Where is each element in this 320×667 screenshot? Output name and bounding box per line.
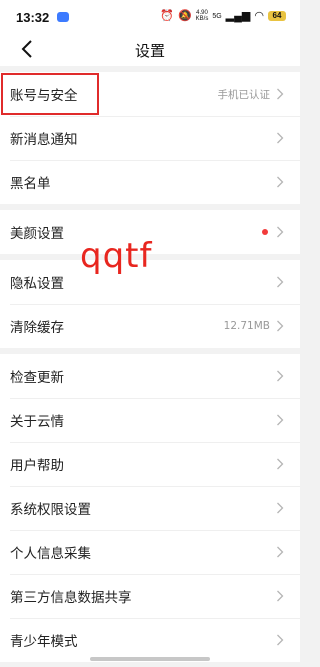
chevron-right-icon [277, 226, 284, 238]
settings-row-label: 检查更新 [10, 370, 64, 386]
settings-row-label: 个人信息采集 [10, 546, 91, 562]
chevron-right-icon [277, 502, 284, 514]
settings-row[interactable]: 第三方信息数据共享 [0, 574, 300, 618]
settings-row[interactable]: 新消息通知 [0, 116, 300, 160]
settings-row[interactable]: 青少年模式 [0, 618, 300, 662]
wifi-icon: ◠ [254, 9, 264, 22]
settings-row-label: 青少年模式 [10, 634, 78, 650]
alarm-icon: ⏰ [160, 9, 174, 22]
battery-icon: 64 [268, 11, 286, 21]
chevron-right-icon [277, 634, 284, 646]
settings-row-label: 用户帮助 [10, 458, 64, 474]
settings-row-value: 12.71MB [223, 320, 270, 332]
net-speed-unit: KB/s [195, 16, 209, 22]
settings-row[interactable]: 用户帮助 [0, 442, 300, 486]
settings-row-label: 清除缓存 [10, 320, 64, 336]
settings-row[interactable]: 系统权限设置 [0, 486, 300, 530]
settings-row-label: 新消息通知 [10, 132, 78, 148]
chevron-right-icon [277, 176, 284, 188]
settings-row-label: 账号与安全 [10, 88, 78, 104]
chevron-right-icon [277, 88, 284, 100]
settings-row[interactable]: 个人信息采集 [0, 530, 300, 574]
chevron-right-icon [277, 590, 284, 602]
settings-row[interactable]: 清除缓存 12.71MB [0, 304, 300, 348]
app-notification-icon [57, 12, 69, 22]
settings-group: 账号与安全 手机已认证新消息通知黑名单 [0, 72, 300, 204]
chevron-right-icon [277, 458, 284, 470]
settings-list: 账号与安全 手机已认证 新消息通知 黑名单 美颜设置 隐私设置 清除缓存 12.71MB 检查更… [0, 72, 300, 662]
status-bar: 13:32 ⏰ 🔕 4.90 KB/s 5G ▂▄▆ ◠ 64 [0, 0, 300, 34]
signal-icon: ▂▄▆ [225, 9, 251, 22]
mute-icon: 🔕 [177, 9, 192, 22]
settings-row-value: 手机已认证 [217, 88, 271, 101]
settings-row[interactable]: 检查更新 [0, 354, 300, 398]
chevron-right-icon [277, 370, 284, 382]
chevron-right-icon [277, 546, 284, 558]
settings-row[interactable]: 黑名单 [0, 160, 300, 204]
network-type: 5G [212, 12, 222, 20]
settings-row[interactable]: 关于云情 [0, 398, 300, 442]
net-speed: 4.90 KB/s [196, 10, 209, 22]
settings-group: 检查更新关于云情用户帮助系统权限设置 个人信息采集第三方信息数据共享 青少年模式 [0, 354, 300, 662]
nav-bar: 设置 [0, 34, 300, 66]
red-dot-badge [262, 229, 268, 235]
settings-row-label: 黑名单 [10, 176, 51, 192]
settings-row[interactable]: 账号与安全 手机已认证 [0, 72, 300, 116]
chevron-right-icon [277, 276, 284, 288]
chevron-right-icon [277, 320, 284, 332]
chevron-right-icon [277, 414, 284, 426]
status-time: 13:32 [16, 10, 50, 25]
settings-row-label: 关于云情 [10, 414, 64, 430]
status-icons: ⏰ 🔕 4.90 KB/s 5G ▂▄▆ ◠ 64 [160, 10, 286, 22]
settings-row-label: 系统权限设置 [10, 502, 91, 518]
watermark-text: qqtf [80, 236, 153, 276]
page-title: 设置 [134, 42, 165, 60]
chevron-right-icon [277, 132, 284, 144]
home-indicator[interactable] [90, 657, 210, 661]
settings-row-label: 第三方信息数据共享 [10, 590, 132, 606]
